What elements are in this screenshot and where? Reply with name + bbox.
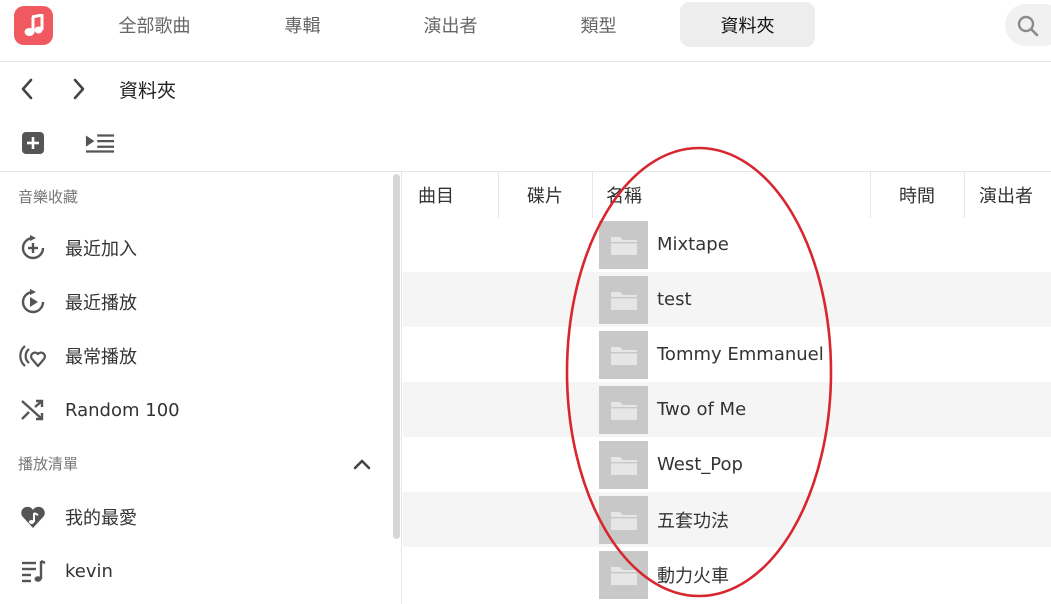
- table-row[interactable]: Two of Me: [403, 382, 1051, 437]
- tab-artists[interactable]: 演出者: [383, 2, 518, 47]
- folder-name: Mixtape: [657, 234, 729, 255]
- sidebar-item-recently-added[interactable]: 最近加入: [0, 223, 390, 273]
- table-header: 曲目 碟片 名稱 時間 演出者: [403, 172, 1051, 218]
- breadcrumb: 資料夾: [0, 62, 1051, 116]
- sidebar-scrollbar-thumb[interactable]: [393, 174, 400, 539]
- column-divider: [964, 172, 965, 218]
- folder-icon: [599, 220, 648, 269]
- add-button[interactable]: [18, 129, 48, 157]
- folder-icon: [599, 495, 648, 544]
- search-icon: [1017, 15, 1039, 37]
- library-section-title: 音樂收藏: [18, 188, 79, 206]
- sidebar: 音樂收藏 最近加入 最近播放 最常播放 Random 100 播放清單 我的最愛…: [0, 172, 402, 604]
- folder-icon: [599, 275, 648, 324]
- folder-name: 五套功法: [657, 510, 729, 532]
- folder-icon: [599, 440, 648, 489]
- back-button[interactable]: [14, 76, 40, 102]
- folder-name: 動力火車: [657, 565, 729, 587]
- chevron-left-icon: [21, 78, 33, 100]
- folder-name: Two of Me: [657, 399, 747, 420]
- column-header-track[interactable]: 曲目: [418, 172, 454, 218]
- column-header-name[interactable]: 名稱: [606, 172, 642, 218]
- sidebar-item-label: 最常播放: [65, 347, 137, 368]
- collapse-playlists-button[interactable]: [350, 452, 374, 476]
- sidebar-scrollbar[interactable]: [392, 172, 402, 604]
- chevron-right-icon: [73, 78, 85, 100]
- add-square-icon: [22, 132, 44, 154]
- column-divider: [870, 172, 871, 218]
- folder-icon: [599, 550, 648, 599]
- folder-name: test: [657, 289, 692, 310]
- sidebar-item-label: 最近加入: [65, 239, 137, 260]
- recently-added-icon: [18, 233, 48, 263]
- table-row[interactable]: 五套功法: [403, 492, 1051, 547]
- sidebar-item-kevin[interactable]: kevin: [0, 546, 390, 596]
- playlist-icon: [18, 556, 48, 586]
- folder-name: Tommy Emmanuel: [657, 344, 824, 365]
- folder-name: West_Pop: [657, 454, 743, 475]
- music-app: 全部歌曲 專輯 演出者 類型 資料夾 資料夾 音樂收藏 最近加入 最近播放 最常…: [0, 0, 1051, 604]
- chevron-up-icon: [353, 459, 371, 470]
- sidebar-item-favorites[interactable]: 我的最愛: [0, 492, 390, 542]
- tab-folders[interactable]: 資料夾: [680, 2, 815, 47]
- column-header-disc[interactable]: 碟片: [527, 172, 563, 218]
- column-header-time[interactable]: 時間: [899, 172, 935, 218]
- page-title: 資料夾: [119, 80, 177, 102]
- recently-played-icon: [18, 287, 48, 317]
- search-input[interactable]: [1005, 4, 1051, 46]
- table-row[interactable]: Tommy Emmanuel: [403, 327, 1051, 382]
- most-played-icon: [18, 341, 48, 371]
- toolbar: [0, 116, 1051, 172]
- sidebar-item-label: Random 100: [65, 399, 180, 421]
- tab-genres[interactable]: 類型: [531, 2, 666, 47]
- folder-icon: [599, 385, 648, 434]
- top-nav-bar: 全部歌曲 專輯 演出者 類型 資料夾: [0, 0, 1051, 62]
- sidebar-item-label: 我的最愛: [65, 508, 137, 529]
- table-row[interactable]: 動力火車: [403, 547, 1051, 602]
- sidebar-item-recently-played[interactable]: 最近播放: [0, 277, 390, 327]
- folder-icon: [599, 330, 648, 379]
- column-divider: [592, 172, 593, 218]
- table-row[interactable]: West_Pop: [403, 437, 1051, 492]
- table-row[interactable]: Mixtape: [403, 217, 1051, 272]
- tab-all-songs[interactable]: 全部歌曲: [87, 2, 222, 47]
- shuffle-icon: [18, 395, 48, 425]
- play-queue-button[interactable]: [85, 129, 115, 157]
- sidebar-item-label: 最近播放: [65, 293, 137, 314]
- column-divider: [498, 172, 499, 218]
- sidebar-item-label: kevin: [65, 560, 113, 582]
- playlists-section-title: 播放清單: [18, 455, 79, 473]
- tab-albums[interactable]: 專輯: [235, 2, 370, 47]
- sidebar-item-most-played[interactable]: 最常播放: [0, 331, 390, 381]
- sidebar-item-random-100[interactable]: Random 100: [0, 385, 390, 435]
- forward-button[interactable]: [66, 76, 92, 102]
- folder-table: 曲目 碟片 名稱 時間 演出者 Mixtape test Tommy Emman…: [403, 172, 1051, 604]
- app-logo-icon[interactable]: [14, 6, 53, 45]
- play-list-icon: [85, 134, 115, 153]
- table-row[interactable]: test: [403, 272, 1051, 327]
- column-header-artist[interactable]: 演出者: [979, 172, 1033, 218]
- heart-music-icon: [18, 502, 48, 532]
